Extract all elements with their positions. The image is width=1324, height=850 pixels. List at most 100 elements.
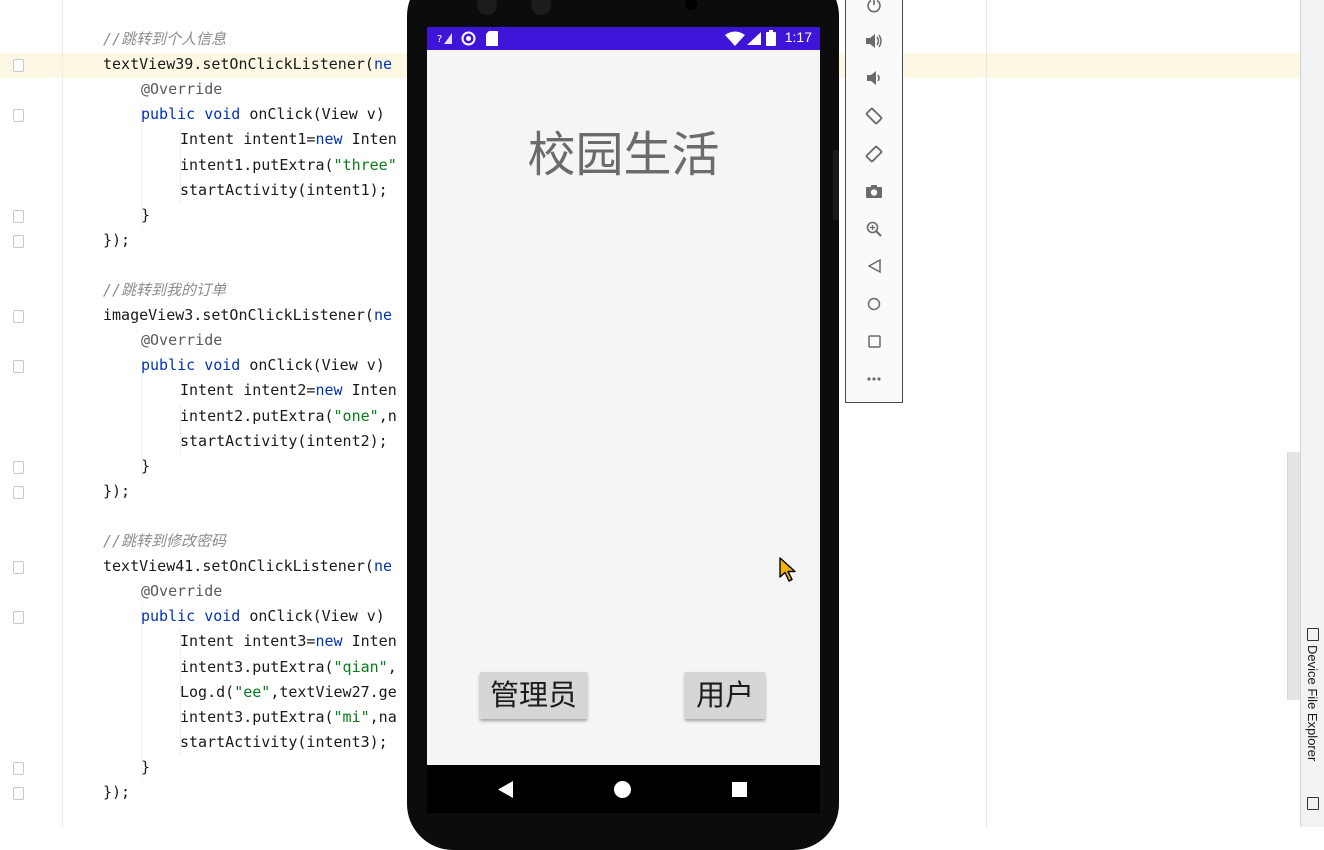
fold-marker-icon[interactable] <box>13 611 24 625</box>
code-line: //跳转到修改密码 <box>103 529 226 554</box>
code-token: @Override <box>141 80 223 99</box>
file-icon[interactable] <box>1307 797 1319 810</box>
code-line: Intent intent3=new Inten <box>180 629 397 654</box>
camera-dot-left <box>477 0 497 15</box>
code-line: Log.d("ee",textView27.ge <box>180 680 397 705</box>
fold-marker-icon[interactable] <box>13 787 24 800</box>
back-icon[interactable] <box>846 251 902 281</box>
code-token: "three" <box>333 155 397 174</box>
code-token: onClick(View v) <box>249 356 385 375</box>
indent-guide <box>180 629 181 755</box>
status-bar: ? 1:17 <box>427 27 820 50</box>
fold-marker-icon[interactable] <box>13 561 24 575</box>
code-line: @Override <box>141 579 222 604</box>
fold-marker-icon[interactable] <box>13 761 24 775</box>
code-line: }); <box>103 228 130 253</box>
svg-text:?: ? <box>437 34 442 45</box>
code-token: , <box>387 657 397 676</box>
code-token: public void <box>141 356 250 375</box>
code-token: "one" <box>333 406 379 425</box>
user-button[interactable]: 用户 <box>685 672 765 719</box>
code-token: textView39.setOnClickListener( <box>103 55 374 74</box>
phone-screen: ? 1:17 校园生活 管理员 用户 <box>427 27 820 765</box>
code-token: ,textView27.ge <box>270 682 397 701</box>
code-token: Intent intent3= <box>180 632 316 651</box>
fold-marker-icon[interactable] <box>13 209 24 223</box>
code-token: Inten <box>351 130 397 149</box>
code-token: } <box>141 757 151 776</box>
nav-home-icon[interactable] <box>614 781 631 798</box>
code-line: startActivity(intent2); <box>180 429 388 454</box>
gutter-divider <box>62 0 63 827</box>
nav-overview-icon[interactable] <box>732 782 747 797</box>
cell-signal-icon <box>747 32 761 45</box>
fold-marker-icon[interactable] <box>13 234 24 248</box>
code-line: public void onClick(View v) <box>141 353 385 378</box>
code-token: new <box>315 632 352 651</box>
code-token: "ee" <box>234 682 271 701</box>
device-file-explorer-icon[interactable] <box>1307 628 1319 641</box>
code-token: } <box>141 456 151 475</box>
code-line: startActivity(intent3); <box>180 730 388 755</box>
code-token: }); <box>103 783 131 801</box>
rotate-left-icon[interactable] <box>846 101 902 131</box>
code-line: public void onClick(View v) <box>141 102 385 127</box>
code-token: public void <box>141 105 250 124</box>
more-icon[interactable] <box>846 364 902 394</box>
camera-dot <box>685 0 697 10</box>
code-token: @Override <box>141 331 223 350</box>
nav-back-icon[interactable] <box>498 781 514 798</box>
device-file-explorer-tab[interactable]: Device File Explorer <box>1305 645 1320 761</box>
emulator-toolbar <box>845 0 903 403</box>
fold-marker-icon[interactable] <box>13 59 24 73</box>
overview-icon[interactable] <box>846 326 902 356</box>
code-token: } <box>141 205 151 224</box>
code-line: public void onClick(View v) <box>141 604 385 629</box>
volume-up-icon[interactable] <box>846 26 902 56</box>
sync-icon <box>461 31 476 46</box>
code-token: ,na <box>369 707 397 726</box>
code-token: Inten <box>351 381 397 400</box>
code-line: @Override <box>141 77 222 102</box>
code-token: ne <box>373 557 392 576</box>
zoom-icon[interactable] <box>846 214 902 244</box>
home-icon[interactable] <box>846 289 902 319</box>
no-signal-icon: ? <box>437 33 452 45</box>
code-line: imageView3.setOnClickListener(ne <box>103 303 392 328</box>
indent-guide <box>180 403 181 454</box>
code-token: @Override <box>141 582 223 601</box>
code-token: public void <box>141 607 250 626</box>
code-line: //跳转到个人信息 <box>103 27 226 52</box>
code-line: Intent intent1=new Inten <box>180 127 397 152</box>
editor-scrollbar-thumb[interactable] <box>1287 452 1300 700</box>
code-line: }); <box>103 479 130 504</box>
fold-marker-icon[interactable] <box>13 485 24 499</box>
code-token: ,n <box>378 406 397 425</box>
fold-marker-icon[interactable] <box>13 310 24 324</box>
rotate-right-icon[interactable] <box>846 139 902 169</box>
code-token: intent2.putExtra( <box>180 406 334 425</box>
indent-guide <box>141 378 142 479</box>
screenshot-icon[interactable] <box>846 176 902 206</box>
status-time: 1:17 <box>784 29 812 45</box>
code-token: intent3.putExtra( <box>180 657 334 676</box>
admin-button[interactable]: 管理员 <box>480 672 587 719</box>
code-line: Intent intent2=new Inten <box>180 378 397 403</box>
power-icon[interactable] <box>846 0 902 20</box>
fold-marker-icon[interactable] <box>13 360 24 374</box>
code-line: } <box>141 203 150 228</box>
code-token: onClick(View v) <box>249 105 385 124</box>
code-line: intent1.putExtra("three" <box>180 153 397 178</box>
code-line: intent3.putExtra("qian", <box>180 655 397 680</box>
code-line: //跳转到我的订单 <box>103 278 226 303</box>
indent-guide <box>141 102 142 228</box>
code-line: startActivity(intent1); <box>180 178 388 203</box>
code-token: new <box>315 381 352 400</box>
fold-marker-icon[interactable] <box>13 109 24 123</box>
fold-marker-icon[interactable] <box>13 460 24 474</box>
code-token: textView41.setOnClickListener( <box>103 557 374 576</box>
camera-dot-right <box>531 0 551 15</box>
volume-down-icon[interactable] <box>846 63 902 93</box>
code-token: startActivity(intent1); <box>180 180 388 199</box>
code-token: ne <box>373 55 392 74</box>
